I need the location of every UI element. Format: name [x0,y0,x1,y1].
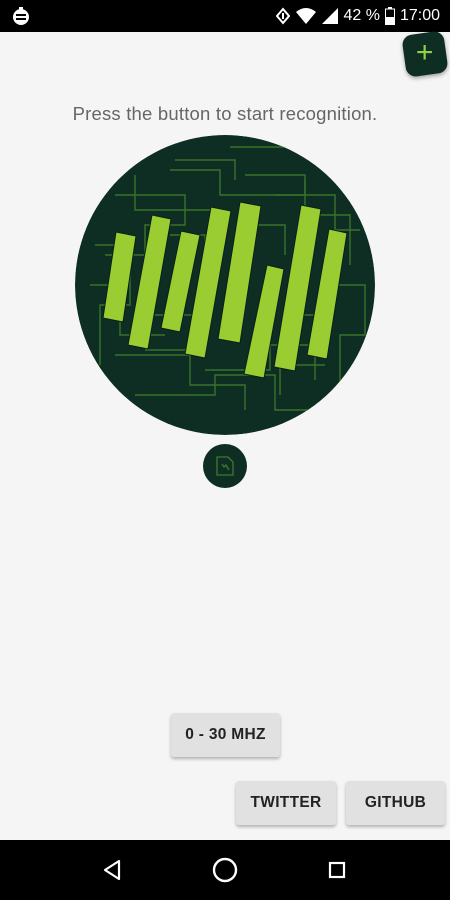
status-bar: 42 % 17:00 [0,0,450,32]
home-icon[interactable] [209,854,241,886]
frequency-range-button[interactable]: 0 - 30 MHZ [171,713,280,757]
waveform-circuit-icon [75,135,375,435]
back-icon[interactable] [97,854,129,886]
wifi-icon [295,7,317,25]
navigation-bar [0,840,450,900]
clock: 17:00 [399,7,440,24]
spectrum-icon [216,456,234,476]
vibrate-icon [276,7,291,25]
add-button[interactable]: + [401,30,449,78]
cell-signal-icon [322,8,339,24]
recents-icon[interactable] [321,854,353,886]
spectrum-button[interactable] [203,444,247,488]
instruction-text: Press the button to start recognition. [72,103,378,124]
start-recognition-button[interactable] [75,135,375,435]
app-notification-icon [10,5,32,27]
github-button[interactable]: GITHUB [346,781,445,825]
status-icons: 42 % 17:00 [276,0,440,32]
battery-icon [384,7,395,25]
plus-icon: + [416,36,434,70]
twitter-button[interactable]: TWITTER [236,781,336,825]
battery-percent: 42 % [343,7,380,24]
